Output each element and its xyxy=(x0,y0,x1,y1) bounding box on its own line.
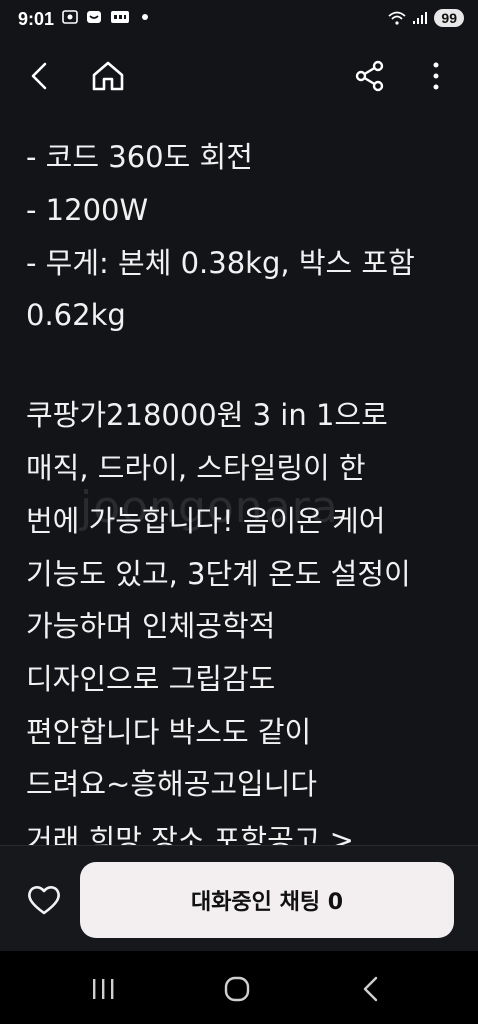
recents-icon xyxy=(93,979,114,999)
spec-line-power: - 1200W xyxy=(26,193,149,227)
status-time: 9:01 xyxy=(18,9,55,29)
arrow-left-icon xyxy=(31,62,47,90)
desc-line-5: 가능하며 인체공학적 xyxy=(26,609,276,643)
more-vertical-icon xyxy=(433,62,439,90)
system-back-button[interactable] xyxy=(349,969,393,1009)
status-bar: 9:01 99 xyxy=(0,0,478,44)
desc-line-3: 번에 가능합니다! 음이온 케어 xyxy=(26,504,386,538)
share-button[interactable] xyxy=(348,54,392,98)
bottom-action-bar: 대화중인 채팅 0 xyxy=(0,845,478,951)
recents-button[interactable] xyxy=(81,969,125,1009)
desc-line-2: 매직, 드라이, 스타일링이 한 xyxy=(26,451,366,485)
desc-line-7: 편안합니다 박스도 같이 xyxy=(26,715,312,749)
battery-indicator: 99 xyxy=(434,9,464,27)
app-badge-icon xyxy=(111,11,129,23)
system-navigation-bar xyxy=(0,951,478,1024)
spec-line-cord: - 코드 360도 회전 xyxy=(26,140,253,174)
trade-location-link[interactable]: 거래 희망 장소 포항공고 > xyxy=(26,826,354,846)
notification-icons xyxy=(62,10,148,24)
chat-app-icon xyxy=(87,11,101,23)
system-status-icons: 99 xyxy=(388,9,464,27)
chevron-left-icon xyxy=(363,976,378,1002)
screenshot-icon xyxy=(62,10,78,24)
cut-off-line xyxy=(26,110,390,117)
system-home-button[interactable] xyxy=(215,969,259,1009)
signal-icon xyxy=(413,12,428,24)
desc-line-4: 기능도 있고, 3단계 온도 설정이 xyxy=(26,557,411,591)
share-icon xyxy=(355,60,384,92)
back-button[interactable] xyxy=(18,54,62,98)
home-circle-icon xyxy=(224,976,250,1002)
desc-line-8: 드려요~흥해공고입니다 xyxy=(26,767,318,801)
like-button[interactable] xyxy=(24,880,64,920)
product-description: - 코드 360도 회전 - 1200W - 무게: 본체 0.38kg, 박스… xyxy=(26,110,456,846)
more-options-button[interactable] xyxy=(414,54,458,98)
active-chats-button[interactable]: 대화중인 채팅 0 xyxy=(80,862,454,938)
home-button[interactable] xyxy=(86,54,130,98)
more-notifications-dot xyxy=(142,14,148,20)
desc-line-1: 쿠팡가218000원 3 in 1으로 xyxy=(26,398,388,432)
spec-line-weight-cont: 0.62kg xyxy=(26,298,126,332)
desc-line-6: 디자인으로 그립감도 xyxy=(26,662,276,696)
spec-line-weight: - 무게: 본체 0.38kg, 박스 포함 xyxy=(26,246,415,280)
heart-outline-icon xyxy=(28,886,60,915)
home-icon xyxy=(92,61,124,91)
top-navigation xyxy=(0,44,478,110)
wifi-icon xyxy=(388,11,407,25)
